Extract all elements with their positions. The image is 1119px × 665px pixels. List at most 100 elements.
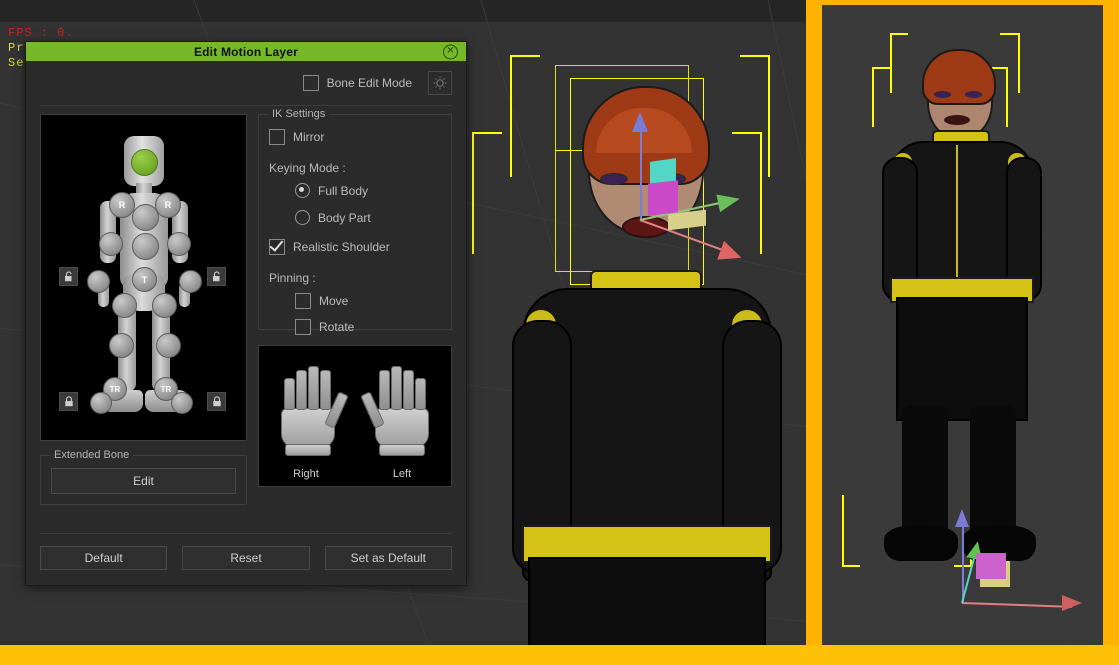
lock-foot-right-icon[interactable] xyxy=(207,392,226,411)
pinning-move-checkbox[interactable] xyxy=(295,293,311,309)
left-finger-4[interactable] xyxy=(415,378,426,410)
right-finger-1[interactable] xyxy=(284,378,295,410)
left-wrist[interactable] xyxy=(379,444,425,456)
realistic-shoulder-checkbox[interactable] xyxy=(269,239,285,255)
left-finger-1[interactable] xyxy=(379,370,390,410)
right-finger-2[interactable] xyxy=(296,370,307,410)
gizmo-axis-x[interactable] xyxy=(961,602,1072,608)
lock-hand-left-icon[interactable] xyxy=(59,267,78,286)
mirror-row: Mirror xyxy=(269,129,441,145)
left-palm[interactable] xyxy=(375,408,429,448)
preview-boot-left xyxy=(884,525,958,561)
joint-chest[interactable] xyxy=(132,204,159,231)
right-finger-4[interactable] xyxy=(320,370,331,410)
joint-hip-right[interactable] xyxy=(152,293,177,318)
joint-hip-left[interactable] xyxy=(112,293,137,318)
joint-hips[interactable]: T xyxy=(132,267,157,292)
pinning-move-label: Move xyxy=(319,294,349,308)
joint-label: TR xyxy=(160,384,172,394)
joint-label: T xyxy=(141,274,148,285)
reset-button[interactable]: Reset xyxy=(182,546,310,570)
joint-wrist-left[interactable] xyxy=(87,270,110,293)
joint-shoulder-left[interactable]: R xyxy=(109,192,135,218)
character-model[interactable] xyxy=(472,20,800,665)
stats-fps: FPS : 0. xyxy=(8,26,74,40)
default-button[interactable]: Default xyxy=(40,546,168,570)
ik-settings-group: IK Settings Mirror Keying Mode : Full Bo… xyxy=(258,108,452,335)
joint-toe-right[interactable] xyxy=(171,392,193,414)
pinning-rotate-checkbox[interactable] xyxy=(295,319,311,335)
realistic-shoulder-label: Realistic Shoulder xyxy=(293,240,390,254)
footer-divider xyxy=(40,533,452,534)
gizmo-arrow-y[interactable] xyxy=(955,509,969,527)
joint-label: TR xyxy=(109,384,121,394)
grid-line xyxy=(1051,5,1103,645)
body-map[interactable]: R R T TR TR xyxy=(40,114,247,441)
keying-option-full-body[interactable]: Full Body xyxy=(295,183,441,198)
joint-head[interactable] xyxy=(131,149,158,176)
dialog-body: Bone Edit Mode R R T TR TR Extended Bone… xyxy=(26,61,466,584)
pinning-rotate-label: Rotate xyxy=(319,320,355,334)
mirror-checkbox[interactable] xyxy=(269,129,285,145)
set-as-default-button[interactable]: Set as Default xyxy=(324,546,452,570)
bone-edit-mode-row: Bone Edit Mode xyxy=(40,61,452,105)
preview-pants xyxy=(896,297,1028,421)
full-body-radio[interactable] xyxy=(295,183,310,198)
joint-shoulder-right[interactable]: R xyxy=(155,192,181,218)
bone-edit-mode-label: Bone Edit Mode xyxy=(326,76,412,90)
left-finger-3[interactable] xyxy=(403,370,414,410)
bottom-strip xyxy=(0,645,1119,665)
gear-icon[interactable] xyxy=(428,71,452,95)
preview-eye-left xyxy=(934,91,951,98)
divider xyxy=(40,105,452,106)
joint-elbow-right[interactable] xyxy=(167,232,191,256)
selection-bracket xyxy=(890,33,908,93)
joint-label: R xyxy=(118,200,126,210)
joint-knee-left[interactable] xyxy=(109,333,134,358)
extended-bone-edit-button[interactable]: Edit xyxy=(51,468,236,494)
bone-edit-mode-checkbox[interactable] xyxy=(302,75,319,91)
hands-selector[interactable]: Right Left xyxy=(258,345,452,487)
gizmo-arrow-x[interactable] xyxy=(1062,595,1082,611)
preview-hair xyxy=(922,49,996,105)
close-circle-icon[interactable]: ✕ xyxy=(443,44,458,59)
right-wrist[interactable] xyxy=(285,444,331,456)
lock-foot-left-icon[interactable] xyxy=(59,392,78,411)
right-palm[interactable] xyxy=(281,408,335,448)
joint-knee-right[interactable] xyxy=(156,333,181,358)
right-finger-3[interactable] xyxy=(308,366,319,410)
dialog-columns: R R T TR TR Extended Bone Edit IK Settin… xyxy=(40,108,452,505)
keying-option-body-part[interactable]: Body Part xyxy=(295,210,441,225)
dialog-titlebar[interactable]: Edit Motion Layer ✕ xyxy=(26,42,466,61)
lock-hand-right-icon[interactable] xyxy=(207,267,226,286)
preview-panel[interactable] xyxy=(806,0,1119,645)
joint-elbow-left[interactable] xyxy=(99,232,123,256)
pinning-option-rotate[interactable]: Rotate xyxy=(295,319,441,335)
joint-spine[interactable] xyxy=(132,233,159,260)
body-part-radio[interactable] xyxy=(295,210,310,225)
extended-bone-group: Extended Bone Edit xyxy=(40,449,247,505)
joint-toe-left[interactable] xyxy=(90,392,112,414)
preview-zipper xyxy=(956,145,958,290)
gizmo-plane-xy[interactable] xyxy=(648,180,678,216)
preview-mouth xyxy=(944,115,970,125)
preview-viewport[interactable] xyxy=(822,5,1103,645)
realistic-shoulder-row: Realistic Shoulder xyxy=(269,239,441,255)
dialog-title: Edit Motion Layer xyxy=(193,44,299,59)
eye-left xyxy=(600,173,628,185)
pinning-option-move[interactable]: Move xyxy=(295,293,441,309)
right-hand-label: Right xyxy=(293,468,319,480)
body-part-label: Body Part xyxy=(318,210,371,225)
selection-bracket xyxy=(472,132,502,254)
gizmo-axis-y[interactable] xyxy=(640,119,642,219)
left-hand-label: Left xyxy=(392,468,412,480)
left-finger-2[interactable] xyxy=(391,366,402,410)
selection-bracket xyxy=(510,55,540,177)
left-column: R R T TR TR Extended Bone Edit xyxy=(40,114,247,505)
edit-motion-layer-dialog[interactable]: Edit Motion Layer ✕ Bone Edit Mode R R T… xyxy=(25,41,467,586)
mirror-label: Mirror xyxy=(293,130,325,144)
gizmo-arrow-y[interactable] xyxy=(632,112,648,132)
gizmo-plane-xy[interactable] xyxy=(976,553,1006,579)
preview-eye-right xyxy=(965,91,982,98)
joint-wrist-right[interactable] xyxy=(179,270,202,293)
